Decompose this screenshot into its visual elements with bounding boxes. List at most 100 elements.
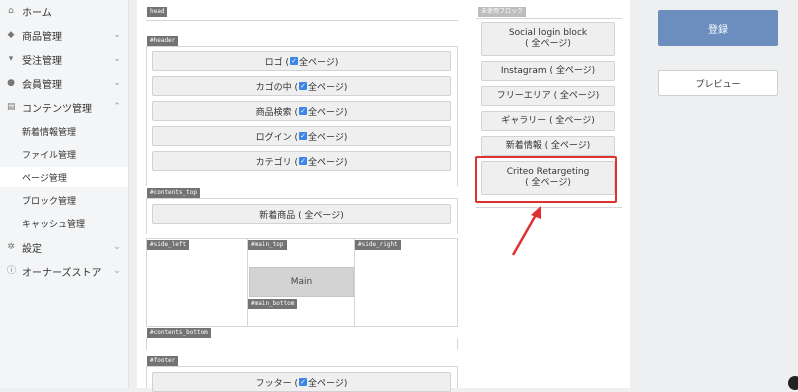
block-label: カゴの中 (: [255, 82, 299, 93]
chevron-down-icon: ⌄: [113, 30, 121, 40]
block-category[interactable]: カテゴリ (✓ 全ページ): [152, 151, 451, 171]
sidebar-item-contents[interactable]: ▤ コンテンツ管理 ⌃: [0, 97, 128, 117]
sidebar-subitem-label: 新着情報管理: [22, 127, 77, 138]
block-logo[interactable]: ロゴ (✓ 全ページ): [152, 51, 451, 71]
divider: [457, 338, 458, 350]
side-right-tag: #side_right: [355, 240, 401, 250]
sidebar-item-label: ホーム: [22, 7, 52, 19]
checkbox-icon[interactable]: ✓: [299, 378, 308, 386]
divider: [146, 238, 147, 326]
sidebar-item-members[interactable]: ● 会員管理 ⌄: [0, 73, 128, 93]
divider: [476, 18, 622, 19]
red-arrow-icon: [511, 206, 541, 256]
block-label: ログイン (: [255, 132, 299, 143]
side-left-tag: #side_left: [147, 240, 190, 250]
sidebar-subitem-cache[interactable]: キャッシュ管理: [0, 213, 128, 233]
unused-block-news[interactable]: 新着情報 ( 全ページ): [481, 136, 615, 156]
unused-block-social-login[interactable]: Social login block ( 全ページ): [481, 22, 615, 56]
document-icon: ▤: [7, 102, 16, 112]
chevron-up-icon: ⌃: [113, 102, 121, 112]
sidebar-item-home[interactable]: ⌂ ホーム: [0, 1, 128, 21]
block-suffix: 全ページ): [308, 132, 348, 143]
contents-top-tag: #contents_top: [147, 188, 200, 198]
info-icon: ⓘ: [7, 266, 17, 276]
footer-tag: #footer: [147, 356, 179, 366]
chevron-down-icon: ⌄: [113, 54, 121, 64]
sidebar-subitem-news[interactable]: 新着情報管理: [0, 121, 128, 141]
divider: [247, 238, 248, 326]
block-label: ロゴ (: [264, 57, 290, 68]
sidebar-item-label: 受注管理: [22, 55, 62, 67]
sidebar-item-products[interactable]: ◆ 商品管理 ⌄: [0, 25, 128, 45]
block-label: ギャラリー ( 全ページ): [501, 115, 595, 126]
gear-icon: ✲: [7, 242, 15, 252]
block-label: Social login block: [508, 28, 588, 38]
users-icon: ●: [7, 78, 15, 88]
block-suffix: 全ページ): [308, 157, 348, 168]
block-label: カテゴリ (: [255, 157, 299, 168]
register-button[interactable]: 登録: [658, 10, 778, 46]
main-top-tag: #main_top: [248, 240, 287, 250]
sidebar-subitem-pages[interactable]: ページ管理: [0, 167, 128, 187]
head-tag: head: [147, 7, 168, 17]
sidebar: ⌂ ホーム ◆ 商品管理 ⌄ ▾ 受注管理 ⌄ ● 会員管理 ⌄ ▤ コンテンツ…: [0, 0, 129, 388]
layout-canvas: head #header ロゴ (✓ 全ページ) カゴの中 (✓ 全ページ) 商品検…: [137, 0, 630, 392]
chevron-down-icon: ⌄: [113, 266, 121, 276]
block-suffix: 全ページ): [308, 107, 348, 118]
tag-icon: ◆: [7, 30, 15, 40]
block-footer[interactable]: フッター (✓ 全ページ): [152, 372, 451, 392]
divider: [146, 238, 458, 239]
block-cart[interactable]: カゴの中 (✓ 全ページ): [152, 76, 451, 96]
sidebar-subitem-label: キャッシュ管理: [22, 219, 86, 230]
divider: [146, 20, 458, 21]
checkbox-icon[interactable]: ✓: [299, 132, 308, 140]
unused-block-gallery[interactable]: ギャラリー ( 全ページ): [481, 111, 615, 131]
sidebar-subitem-files[interactable]: ファイル管理: [0, 144, 128, 164]
main-bottom-tag: #main_bottom: [248, 299, 298, 309]
sidebar-item-label: 商品管理: [22, 31, 62, 43]
block-login[interactable]: ログイン (✓ 全ページ): [152, 126, 451, 146]
main-content-area: Main: [249, 267, 354, 297]
divider: [146, 326, 458, 327]
block-suffix: ( 全ページ): [525, 39, 571, 49]
checkbox-icon[interactable]: ✓: [299, 82, 308, 90]
sidebar-subitem-label: ページ管理: [22, 173, 67, 184]
divider: [146, 338, 147, 350]
header-tag: #header: [147, 36, 179, 46]
contents-bottom-tag: #contents_bottom: [147, 328, 211, 338]
block-suffix: 全ページ): [308, 82, 348, 93]
checkbox-icon[interactable]: ✓: [290, 57, 299, 65]
home-icon: ⌂: [8, 6, 14, 16]
sidebar-subitem-blocks[interactable]: ブロック管理: [0, 190, 128, 210]
sidebar-item-label: 設定: [22, 243, 42, 255]
checkbox-icon[interactable]: ✓: [299, 107, 308, 115]
block-label: フッター (: [255, 378, 299, 389]
sidebar-item-label: 会員管理: [22, 79, 62, 91]
divider: [457, 238, 458, 326]
sidebar-item-settings[interactable]: ✲ 設定 ⌄: [0, 237, 128, 257]
chevron-down-icon: ⌄: [113, 242, 121, 252]
cart-icon: ▾: [8, 54, 14, 64]
sidebar-item-label: コンテンツ管理: [22, 103, 92, 115]
preview-button[interactable]: プレビュー: [658, 70, 778, 96]
divider: [476, 207, 622, 208]
block-suffix: 全ページ): [299, 57, 339, 68]
highlight-box: [475, 156, 617, 203]
sidebar-item-owners-store[interactable]: ⓘ オーナーズストア ⌄: [0, 261, 128, 281]
block-new-items[interactable]: 新着商品 ( 全ページ): [152, 204, 451, 224]
sidebar-item-orders[interactable]: ▾ 受注管理 ⌄: [0, 49, 128, 69]
block-suffix: 全ページ): [308, 378, 348, 389]
sidebar-item-label: オーナーズストア: [22, 267, 102, 279]
block-search[interactable]: 商品検索 (✓ 全ページ): [152, 101, 451, 121]
sidebar-subitem-label: ファイル管理: [22, 150, 77, 161]
unused-block-free-area[interactable]: フリーエリア ( 全ページ): [481, 86, 615, 106]
unused-blocks-tag: 未使用ブロック: [478, 7, 527, 17]
block-label: 新着情報 ( 全ページ): [505, 140, 591, 151]
chevron-down-icon: ⌄: [113, 78, 121, 88]
block-label: 商品検索 (: [255, 107, 299, 118]
block-label: Instagram ( 全ページ): [500, 65, 596, 76]
block-label: フリーエリア ( 全ページ): [496, 90, 600, 101]
sidebar-subitem-label: ブロック管理: [22, 196, 77, 207]
checkbox-icon[interactable]: ✓: [299, 157, 308, 165]
unused-block-instagram[interactable]: Instagram ( 全ページ): [481, 61, 615, 81]
